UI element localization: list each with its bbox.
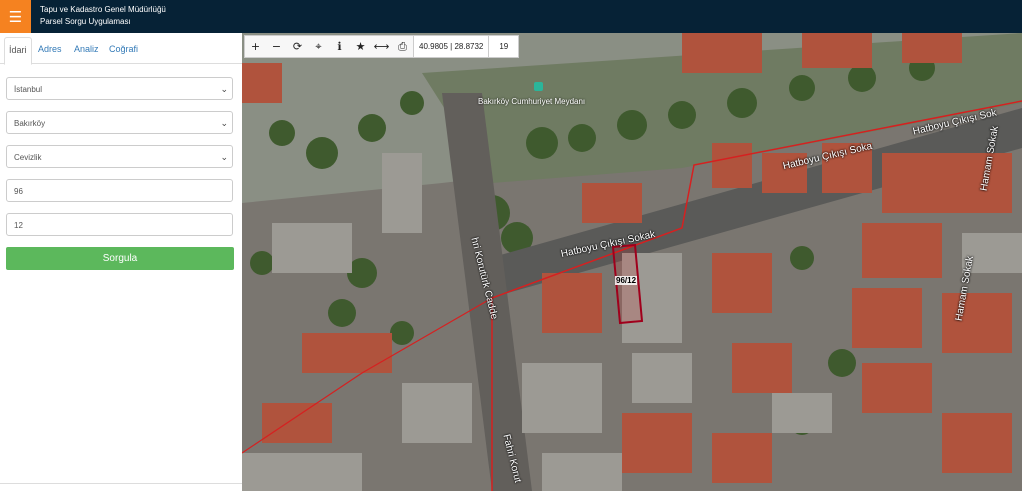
satellite-imagery	[242, 33, 1022, 491]
zoom-in-icon[interactable]: +	[245, 36, 266, 57]
sidebar: İdari Adres Analiz Coğrafi İstanbul ⌄ Ba…	[0, 33, 243, 491]
locate-icon[interactable]: ⌖	[308, 36, 329, 57]
refresh-icon[interactable]: ⟳	[287, 36, 308, 57]
tab-analiz[interactable]: Analiz	[70, 37, 103, 63]
tab-cografi[interactable]: Coğrafi	[105, 37, 142, 63]
parcel-label[interactable]: 96/12	[615, 276, 638, 285]
app-title-line1: Tapu ve Kadastro Genel Müdürlüğü	[40, 5, 166, 14]
map-toolbar: + − ⟳ ⌖ ℹ ★ ⟷ ⎙ 40.9805 | 28.8732 19	[244, 35, 520, 58]
tab-idari[interactable]: İdari	[4, 37, 32, 65]
app-title-line2: Parsel Sorgu Uygulaması	[40, 17, 131, 26]
neighborhood-select-value: Cevizlik	[14, 153, 42, 162]
parcel-input[interactable]: 12	[6, 213, 233, 236]
province-select-value: İstanbul	[14, 85, 43, 94]
sidebar-divider	[0, 483, 242, 484]
tab-adres[interactable]: Adres	[34, 37, 66, 63]
chevron-down-icon: ⌄	[220, 118, 228, 128]
measure-icon[interactable]: ⟷	[371, 36, 392, 57]
print-icon[interactable]: ⎙	[392, 36, 413, 57]
district-select[interactable]: Bakırköy ⌄	[6, 111, 233, 134]
block-input[interactable]: 96	[6, 179, 233, 202]
block-input-value: 96	[14, 187, 23, 196]
coordinate-readout: 40.9805 | 28.8732	[413, 36, 490, 57]
zoom-out-icon[interactable]: −	[266, 36, 287, 57]
chevron-down-icon: ⌄	[220, 84, 228, 94]
hamburger-menu-button[interactable]: ☰	[0, 0, 31, 33]
info-icon[interactable]: ℹ	[329, 36, 350, 57]
top-bar: ☰ Tapu ve Kadastro Genel Müdürlüğü Parse…	[0, 0, 1022, 33]
zoom-level: 19	[489, 36, 519, 57]
province-select[interactable]: İstanbul ⌄	[6, 77, 233, 100]
district-select-value: Bakırköy	[14, 119, 46, 128]
hamburger-icon: ☰	[8, 7, 23, 26]
sidebar-tabs: İdari Adres Analiz Coğrafi	[0, 33, 242, 65]
poi-label: Bakırköy Cumhuriyet Meydanı	[478, 97, 586, 106]
query-button[interactable]: Sorgula	[6, 247, 234, 270]
chevron-down-icon: ⌄	[220, 152, 228, 162]
app-title: Tapu ve Kadastro Genel Müdürlüğü Parsel …	[40, 4, 166, 28]
neighborhood-select[interactable]: Cevizlik ⌄	[6, 145, 233, 168]
map-view[interactable]: + − ⟳ ⌖ ℹ ★ ⟷ ⎙ 40.9805 | 28.8732 19 Bak…	[242, 33, 1022, 491]
parcel-input-value: 12	[14, 221, 23, 230]
star-icon[interactable]: ★	[350, 36, 371, 57]
